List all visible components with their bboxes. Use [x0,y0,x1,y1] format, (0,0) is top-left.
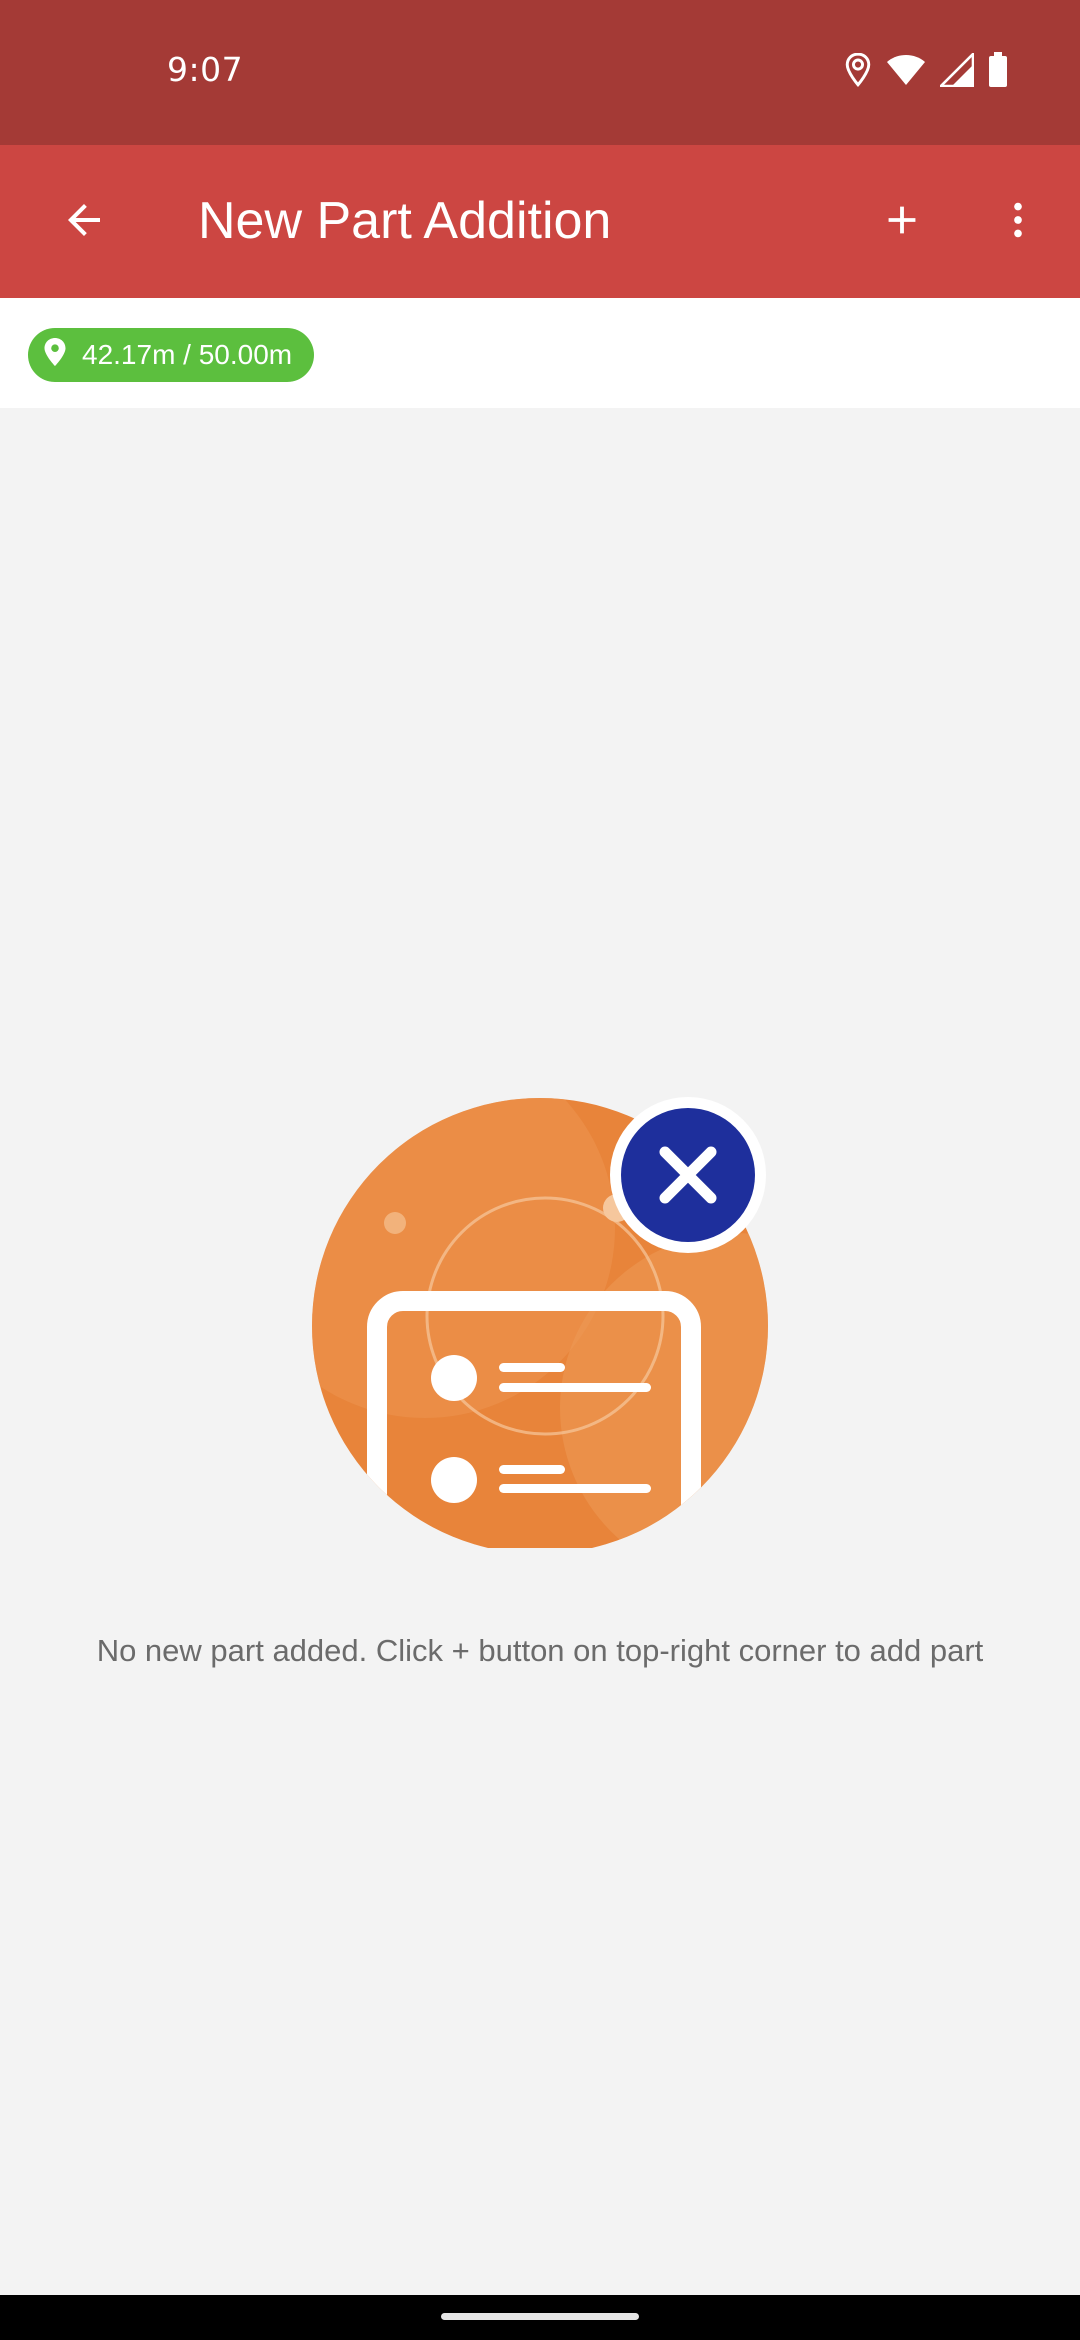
empty-list-illustration [305,1078,775,1554]
system-nav-bar [0,2295,1080,2340]
wifi-icon [886,54,926,91]
back-button[interactable] [40,178,128,266]
map-pin-icon [44,337,66,373]
page-title: New Part Addition [198,192,612,250]
distance-badge: 42.17m / 50.00m [28,328,315,382]
distance-text: 42.17m / 50.00m [82,339,293,370]
location-icon [844,52,872,92]
arrow-back-icon [60,196,108,249]
home-indicator[interactable] [441,2313,639,2320]
add-part-button[interactable] [858,178,946,266]
status-time: 9:07 [167,50,244,89]
more-options-button[interactable] [974,178,1062,266]
status-icons [844,50,1008,93]
parts-list-area: No new part added. Click + button on top… [0,408,1080,2295]
battery-icon [988,52,1008,93]
location-strip: 42.17m / 50.00m [0,298,1080,408]
app-bar: New Part Addition [0,145,1080,298]
cell-signal-icon [937,50,975,92]
status-bar: 9:07 [0,0,1080,145]
plus-icon [879,197,925,248]
empty-state-message: No new part added. Click + button on top… [96,1633,984,1668]
more-vert-icon [995,197,1041,248]
